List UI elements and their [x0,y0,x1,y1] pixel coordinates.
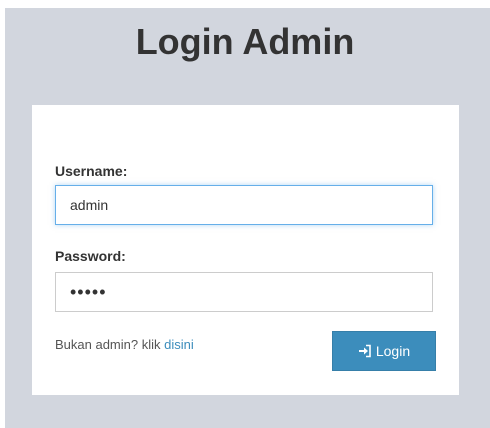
login-button[interactable]: Login [332,331,436,371]
username-label: Username: [55,163,128,179]
login-button-label: Login [375,343,411,359]
sign-in-icon [358,344,372,358]
admin-link[interactable]: disini [164,337,194,352]
admin-note: Bukan admin? klik disini [55,337,194,353]
admin-note-text: Bukan admin? klik [55,337,165,352]
password-input[interactable] [55,272,433,312]
password-label: Password: [55,248,126,264]
page-title: Login Admin [135,21,355,62]
login-card: Username: Password: Bukan admin? klik di… [32,105,459,395]
username-input[interactable] [55,185,433,225]
